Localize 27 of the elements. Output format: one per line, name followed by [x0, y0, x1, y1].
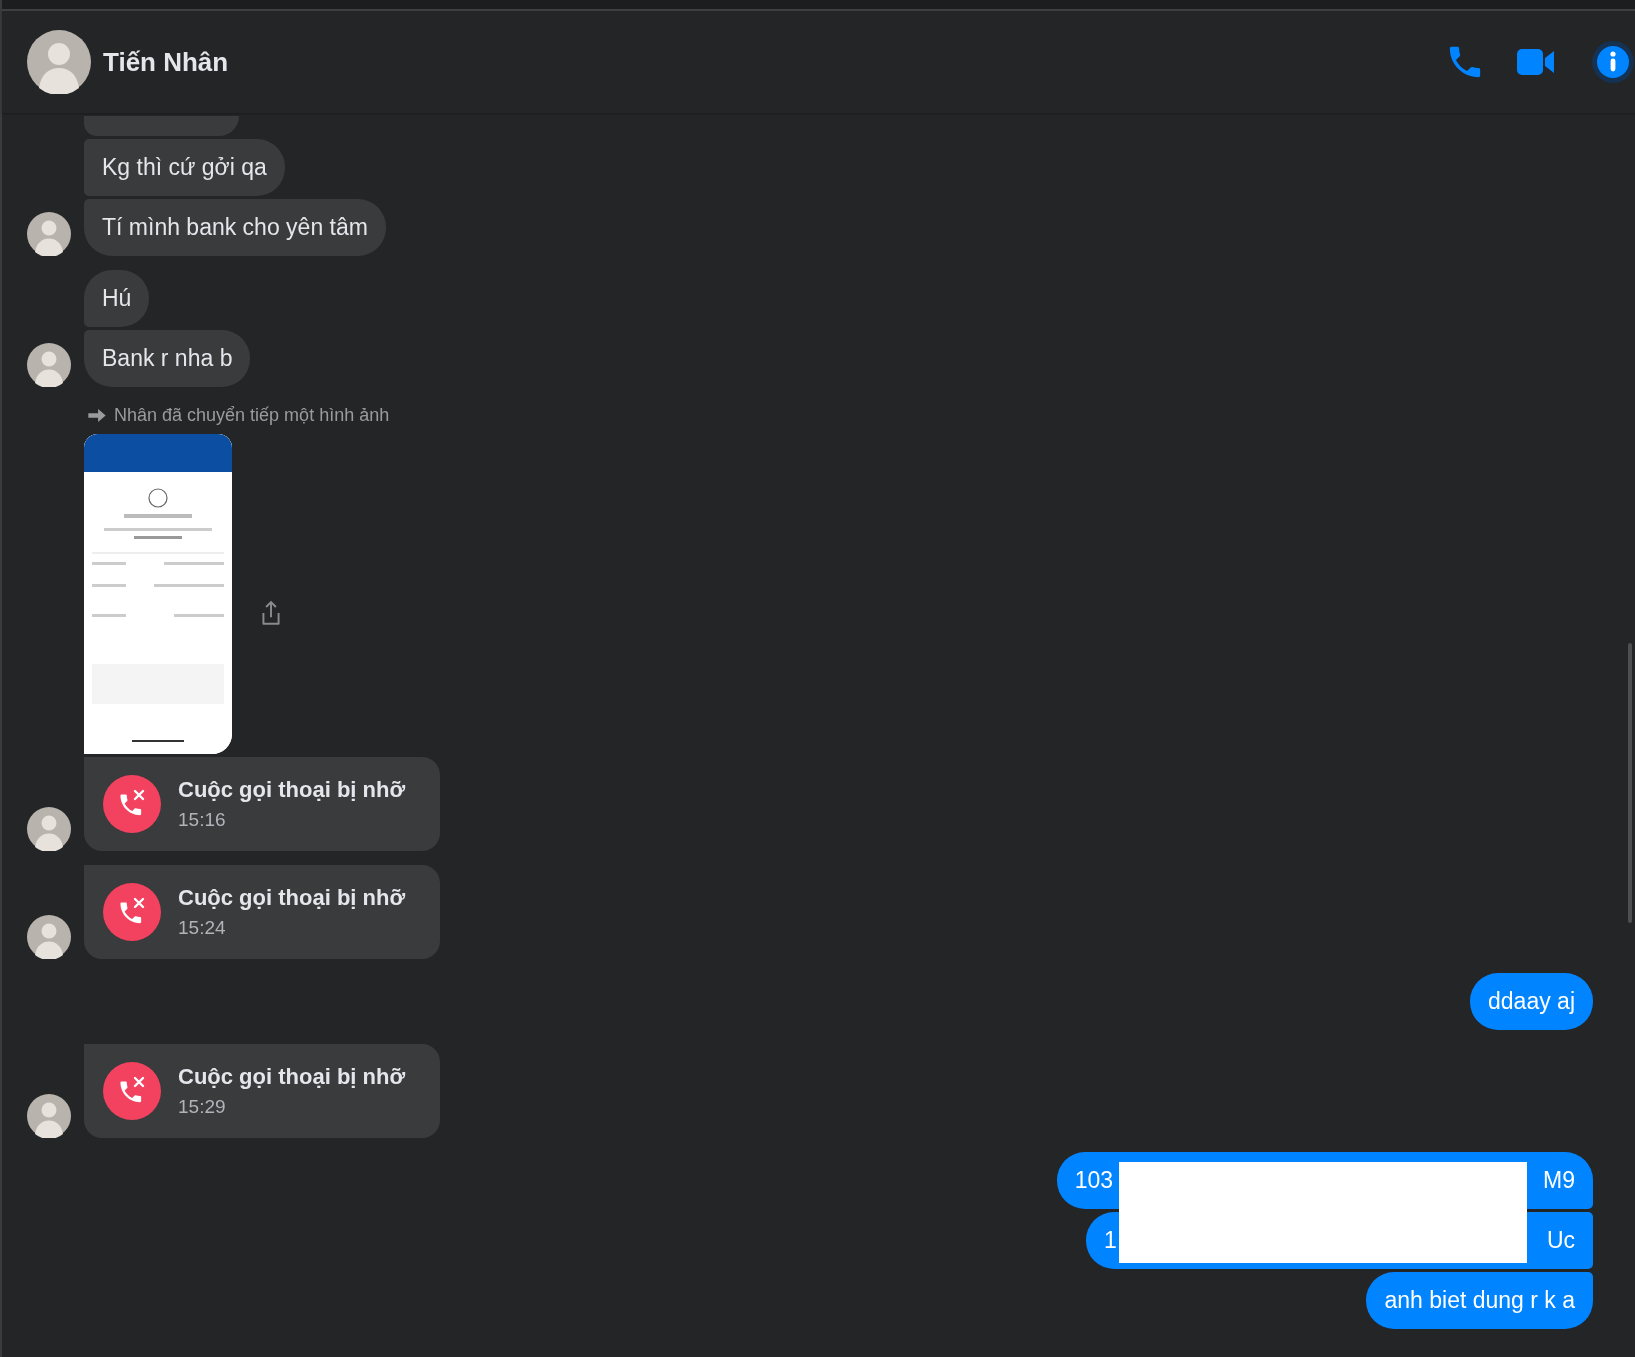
message-bubble: ddaay aj — [1470, 973, 1593, 1030]
forward-arrow-icon — [88, 409, 106, 422]
missed-call-icon — [103, 775, 161, 833]
message-bubble: Bank r nha b — [84, 330, 251, 387]
info-icon[interactable] — [1591, 40, 1635, 84]
call-title: Cuộc gọi thoại bị nhỡ — [178, 777, 406, 803]
forwarded-note: Nhân đã chuyển tiếp một hình ảnh — [114, 405, 390, 426]
share-icon[interactable] — [261, 600, 281, 626]
missed-call-card[interactable]: Cuộc gọi thoại bị nhỡ 15:29 — [84, 1044, 440, 1138]
scrollbar-thumb[interactable] — [1628, 643, 1632, 923]
call-time: 15:16 — [178, 809, 227, 831]
message-bubble: Kg thì cứ gởi qa — [84, 139, 285, 196]
avatar[interactable] — [27, 30, 91, 94]
contact-name[interactable]: Tiến Nhân — [103, 46, 229, 78]
missed-call-card[interactable]: Cuộc gọi thoại bị nhỡ 15:24 — [84, 865, 440, 959]
video-camera-icon[interactable] — [1517, 47, 1555, 77]
call-time: 15:29 — [178, 1096, 227, 1118]
missed-call-icon — [103, 1062, 161, 1120]
missed-call-icon — [103, 883, 161, 941]
missed-call-card[interactable]: Cuộc gọi thoại bị nhỡ 15:16 — [84, 757, 440, 851]
message-bubble: anh biet dung r k a — [1366, 1272, 1593, 1329]
call-title: Cuộc gọi thoại bị nhỡ — [178, 1064, 406, 1090]
phone-icon[interactable] — [1449, 46, 1481, 78]
message-bubble: Tí mình bank cho yên tâm — [84, 199, 386, 256]
call-title: Cuộc gọi thoại bị nhỡ — [178, 885, 406, 911]
call-time: 15:24 — [178, 917, 227, 939]
message-bubble: Hú — [84, 270, 150, 327]
